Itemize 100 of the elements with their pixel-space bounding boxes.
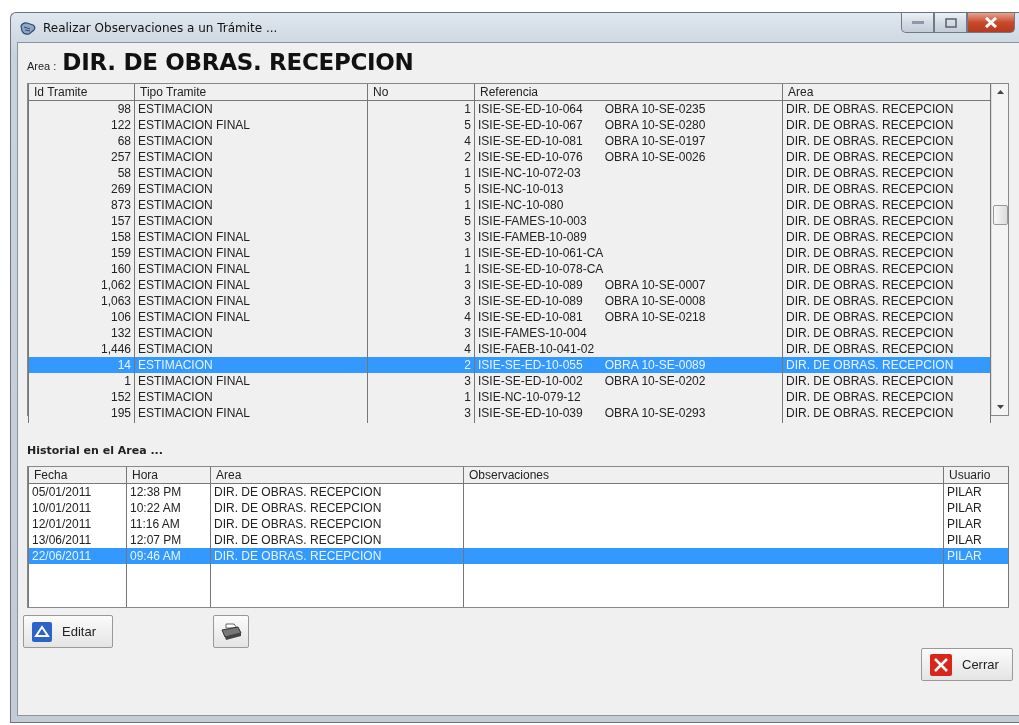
table-cell: ESTIMACION xyxy=(134,389,368,405)
table-cell: 1 xyxy=(367,245,475,261)
table-cell: ESTIMACION FINAL xyxy=(134,293,368,309)
table-cell: 11:16 AM xyxy=(126,516,211,532)
column-header[interactable]: Referencia xyxy=(474,84,783,101)
table-row[interactable]: 132 ESTIMACION 3 ISIE-FAMES-10-004 DIR. DE OBRAS. RECEPCION xyxy=(28,325,991,341)
table-cell: ESTIMACION FINAL xyxy=(134,117,368,133)
table-cell: 269 xyxy=(28,181,135,197)
table-cell: ESTIMACION xyxy=(134,149,368,165)
table-cell: ESTIMACION FINAL xyxy=(134,245,368,261)
table-cell: 4 xyxy=(367,133,475,149)
table-row[interactable]: 106 ESTIMACION FINAL 4 ISIE-SE-ED-10-081 OBRA 10-SE-0218 DIR. DE OBRAS. RECEPCION xyxy=(28,309,991,325)
table-cell: ESTIMACION xyxy=(134,357,368,373)
reference-code: ISIE-SE-ED-10-067 xyxy=(478,118,583,132)
table-cell: DIR. DE OBRAS. RECEPCION xyxy=(782,117,991,133)
table-cell: 1,063 xyxy=(28,293,135,309)
reference-code: ISIE-SE-ED-10-055 xyxy=(478,358,583,372)
table-row[interactable]: 158 ESTIMACION FINAL 3 ISIE-FAMEB-10-089 DIR. DE OBRAS. RECEPCION xyxy=(28,229,991,245)
scrollbar[interactable] xyxy=(991,84,1008,415)
table-cell: ESTIMACION FINAL xyxy=(134,405,368,421)
table-row[interactable]: 152 ESTIMACION 1 ISIE-NC-10-079-12 DIR. DE OBRAS. RECEPCION xyxy=(28,389,991,405)
minimize-button[interactable] xyxy=(901,13,934,33)
close-dialog-button[interactable]: Cerrar xyxy=(921,648,1013,681)
table-cell: 158 xyxy=(28,229,135,245)
print-button[interactable] xyxy=(213,615,249,648)
table-row[interactable]: 873 ESTIMACION 1 ISIE-NC-10-080 DIR. DE OBRAS. RECEPCION xyxy=(28,197,991,213)
reference-code: ISIE-FAMEB-10-089 xyxy=(478,230,587,244)
section-title: Historial en el Area ... xyxy=(27,444,164,459)
scroll-up-icon xyxy=(996,90,1004,94)
column-header[interactable]: Area xyxy=(782,84,991,101)
column-header[interactable]: No xyxy=(367,84,475,101)
reference-code: ISIE-SE-ED-10-064 xyxy=(478,102,583,116)
obra-code: OBRA 10-SE-0026 xyxy=(604,150,706,164)
table-cell: ESTIMACION FINAL xyxy=(134,373,368,389)
table-cell: 132 xyxy=(28,325,135,341)
table-cell: DIR. DE OBRAS. RECEPCION xyxy=(210,500,464,516)
close-button[interactable] xyxy=(967,13,1015,33)
reference-code: ISIE-FAMES-10-004 xyxy=(478,326,587,340)
column-header[interactable]: Fecha xyxy=(28,467,127,484)
table-cell: DIR. DE OBRAS. RECEPCION xyxy=(210,548,464,564)
area-label: Area : xyxy=(27,60,57,72)
table-row[interactable]: 98 ESTIMACION 1 ISIE-SE-ED-10-064 OBRA 10-SE-0235 DIR. DE OBRAS. RECEPCION xyxy=(28,100,991,117)
table-row[interactable]: 12/01/2011 11:16 AM DIR. DE OBRAS. RECEPCION PILAR xyxy=(28,516,1009,532)
table-row[interactable]: 1 ESTIMACION FINAL 3 ISIE-SE-ED-10-002 OBRA 10-SE-0202 DIR. DE OBRAS. RECEPCION xyxy=(28,373,991,389)
table-row[interactable]: 1,062 ESTIMACION FINAL 3 ISIE-SE-ED-10-089 OBRA 10-SE-0007 DIR. DE OBRAS. RECEPCION xyxy=(28,277,991,293)
table-cell: DIR. DE OBRAS. RECEPCION xyxy=(782,357,991,373)
table-row[interactable]: 05/01/2011 12:38 PM DIR. DE OBRAS. RECEPCION PILAR xyxy=(28,483,1009,500)
table-row[interactable]: 159 ESTIMACION FINAL 1 ISIE-SE-ED-10-061-CA DIR. DE OBRAS. RECEPCION xyxy=(28,245,991,261)
table-row[interactable]: 257 ESTIMACION 2 ISIE-SE-ED-10-076 OBRA 10-SE-0026 DIR. DE OBRAS. RECEPCION xyxy=(28,149,991,165)
table-row[interactable]: 122 ESTIMACION FINAL 5 ISIE-SE-ED-10-067 OBRA 10-SE-0280 DIR. DE OBRAS. RECEPCION xyxy=(28,117,991,133)
table-cell: 05/01/2011 xyxy=(28,483,127,500)
table-cell: DIR. DE OBRAS. RECEPCION xyxy=(782,261,991,277)
maximize-icon xyxy=(944,17,957,28)
table-cell: ESTIMACION xyxy=(134,165,368,181)
table-row[interactable]: 1,063 ESTIMACION FINAL 3 ISIE-SE-ED-10-089 OBRA 10-SE-0008 DIR. DE OBRAS. RECEPCION xyxy=(28,293,991,309)
table-cell: PILAR xyxy=(943,483,1009,500)
table-cell: 195 xyxy=(28,405,135,421)
table-row[interactable]: 195 ESTIMACION FINAL 3 ISIE-SE-ED-10-039 OBRA 10-SE-0293 DIR. DE OBRAS. RECEPCION xyxy=(28,405,991,421)
maximize-button[interactable] xyxy=(934,13,967,33)
table-cell: DIR. DE OBRAS. RECEPCION xyxy=(782,100,991,117)
column-header[interactable]: Area xyxy=(210,467,464,484)
table-cell: 1 xyxy=(367,165,475,181)
edit-button[interactable]: Editar xyxy=(23,615,113,648)
reference-code: ISIE-SE-ED-10-081 xyxy=(478,134,583,148)
scroll-thumb[interactable] xyxy=(992,205,1008,225)
table-cell: 22/06/2011 xyxy=(28,548,127,564)
column-header[interactable]: Observaciones xyxy=(463,467,944,484)
window-title: Realizar Observaciones a un Trámite ... xyxy=(43,20,278,35)
table-cell: DIR. DE OBRAS. RECEPCION xyxy=(782,197,991,213)
table-cell: 09:46 AM xyxy=(126,548,211,564)
table-cell: 14 xyxy=(28,357,135,373)
table-row[interactable]: 68 ESTIMACION 4 ISIE-SE-ED-10-081 OBRA 10-SE-0197 DIR. DE OBRAS. RECEPCION xyxy=(28,133,991,149)
column-header[interactable]: Id Tramite xyxy=(28,84,135,101)
table-row[interactable]: 269 ESTIMACION 5 ISIE-NC-10-013 DIR. DE OBRAS. RECEPCION xyxy=(28,181,991,197)
reference-code: ISIE-NC-10-013 xyxy=(478,182,564,196)
table-cell: 98 xyxy=(28,100,135,117)
table-cell: 10/01/2011 xyxy=(28,500,127,516)
table-cell: DIR. DE OBRAS. RECEPCION xyxy=(782,373,991,389)
table-cell: PILAR xyxy=(943,548,1009,564)
column-header[interactable]: Tipo Tramite xyxy=(134,84,368,101)
column-header[interactable]: Usuario xyxy=(943,467,1009,484)
table-cell: ESTIMACION FINAL xyxy=(134,309,368,325)
printer-icon xyxy=(220,621,242,642)
reference-code: ISIE-SE-ED-10-002 xyxy=(478,374,583,388)
table-row[interactable]: 10/01/2011 10:22 AM DIR. DE OBRAS. RECEPCION PILAR xyxy=(28,500,1009,516)
reference-code: ISIE-SE-ED-10-089 xyxy=(478,294,583,308)
obra-code: OBRA 10-SE-0007 xyxy=(604,278,706,292)
column-header[interactable]: Hora xyxy=(126,467,211,484)
table-row[interactable]: 160 ESTIMACION FINAL 1 ISIE-SE-ED-10-078-CA DIR. DE OBRAS. RECEPCION xyxy=(28,261,991,277)
close-icon xyxy=(985,17,997,28)
reference-code: ISIE-SE-ED-10-089 xyxy=(478,278,583,292)
reference-code: ISIE-SE-ED-10-078-CA xyxy=(478,262,604,276)
table-cell: 257 xyxy=(28,149,135,165)
table-cell: DIR. DE OBRAS. RECEPCION xyxy=(782,149,991,165)
reference-code: ISIE-SE-ED-10-081 xyxy=(478,310,583,324)
table-row[interactable]: 58 ESTIMACION 1 ISIE-NC-10-072-03 DIR. DE OBRAS. RECEPCION xyxy=(28,165,991,181)
table-cell: 5 xyxy=(367,213,475,229)
reference-code: ISIE-SE-ED-10-061-CA xyxy=(478,246,604,260)
table-cell: ESTIMACION FINAL xyxy=(134,229,368,245)
table-row[interactable]: 157 ESTIMACION 5 ISIE-FAMES-10-003 DIR. DE OBRAS. RECEPCION xyxy=(28,213,991,229)
